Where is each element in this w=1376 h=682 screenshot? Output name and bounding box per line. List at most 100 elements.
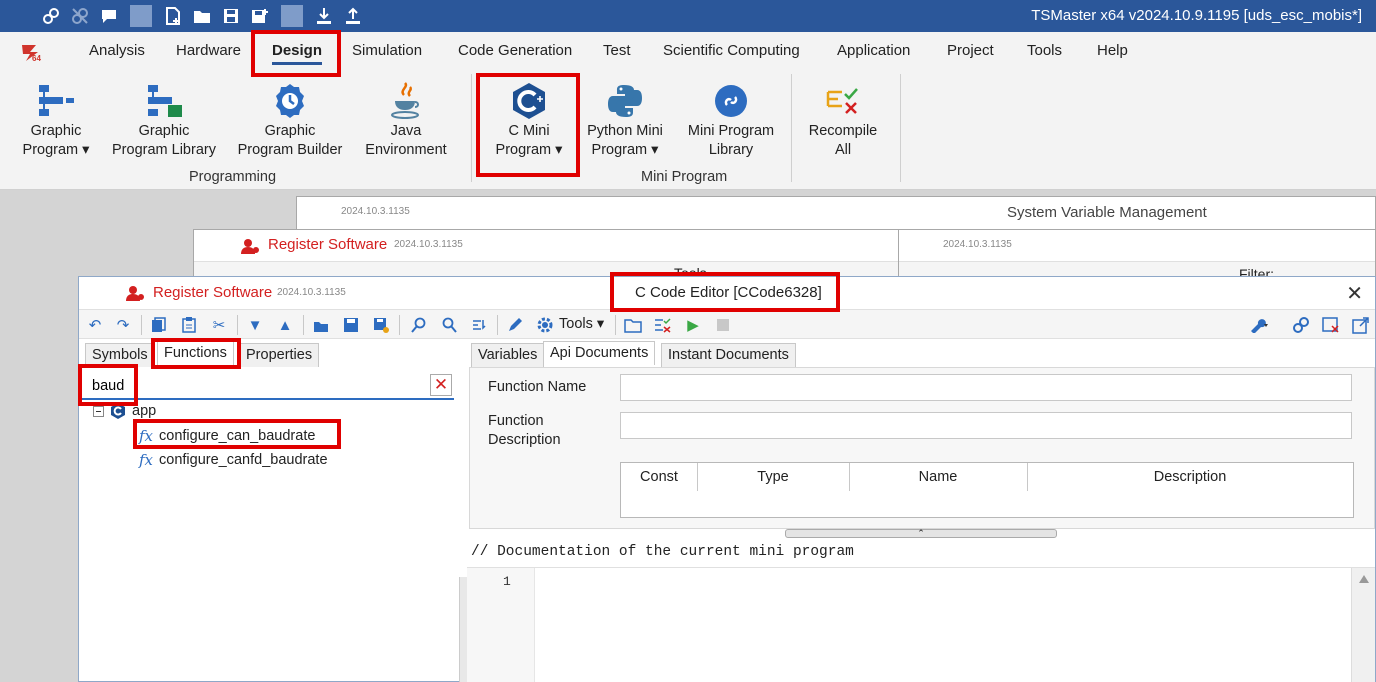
menu-help[interactable]: Help — [1097, 42, 1128, 59]
message-icon[interactable] — [98, 5, 120, 27]
tsmaster-logo-icon[interactable]: 64 — [20, 42, 46, 62]
stop-icon[interactable] — [713, 315, 733, 335]
replace-icon[interactable] — [469, 315, 489, 335]
menu-analysis[interactable]: Analysis — [89, 42, 145, 59]
disconnect-window-icon[interactable] — [1321, 315, 1341, 335]
link-icon[interactable] — [40, 5, 62, 27]
close-button[interactable]: ✕ — [1346, 281, 1363, 306]
register-software-link[interactable]: Register Software — [153, 284, 272, 301]
new-file-icon[interactable] — [162, 5, 184, 27]
save-all-icon[interactable] — [249, 5, 271, 27]
program-builder-icon — [276, 84, 304, 118]
edit-icon[interactable] — [505, 315, 525, 335]
line-gutter: 1 — [467, 568, 535, 682]
tree-item-configure-canfd-baudrate[interactable]: fx configure_canfd_baudrate — [139, 451, 328, 469]
find-next-icon[interactable] — [439, 315, 459, 335]
c-code-editor-window: Register Software 2024.10.3.1135 C Code … — [78, 276, 1376, 682]
paste-icon[interactable] — [179, 315, 199, 335]
search-icon[interactable] — [409, 315, 429, 335]
programming-group-label: Programming — [189, 169, 277, 185]
tab-api-documents[interactable]: Api Documents — [543, 341, 656, 365]
open-folder-icon[interactable] — [191, 5, 213, 27]
menu-simulation[interactable]: Simulation — [352, 42, 422, 59]
api-documents-panel: Function Name Function Description Const… — [469, 367, 1375, 529]
recompile-icon — [826, 88, 858, 114]
unlink-icon[interactable] — [69, 5, 91, 27]
function-search-box: ✕ — [82, 372, 454, 400]
tab-symbols[interactable]: Symbols — [85, 343, 155, 367]
graphic-program-icon — [39, 85, 74, 116]
left-tabs: Symbols Functions Properties — [79, 339, 459, 367]
function-icon: fx — [139, 427, 154, 445]
download-icon[interactable] — [313, 5, 335, 27]
tab-instant-documents[interactable]: Instant Documents — [661, 343, 796, 367]
clear-search-button[interactable]: ✕ — [430, 374, 452, 396]
import-icon[interactable] — [311, 315, 331, 335]
collapse-icon[interactable] — [93, 405, 104, 417]
run-icon[interactable]: ▶ — [683, 315, 703, 335]
wrench-icon[interactable] — [1249, 315, 1269, 335]
menu-hardware[interactable]: Hardware — [176, 42, 241, 59]
function-name-field[interactable] — [620, 374, 1352, 401]
save-icon[interactable] — [220, 5, 242, 27]
c-mini-program-icon — [513, 83, 545, 119]
move-down-icon[interactable]: ▼ — [245, 315, 265, 335]
external-window-icon[interactable] — [1351, 315, 1371, 335]
graphic-program-button[interactable]: Graphic Program ▾ — [18, 80, 94, 160]
undo-icon[interactable]: ↶ — [85, 315, 105, 335]
mini-program-group-label: Mini Program — [641, 169, 728, 185]
menu-tools[interactable]: Tools — [1027, 42, 1062, 59]
menu-project[interactable]: Project — [947, 42, 994, 59]
redo-icon[interactable]: ↷ — [113, 315, 133, 335]
line-number: 1 — [503, 574, 511, 589]
java-icon — [391, 82, 419, 119]
tree-item-configure-can-baudrate[interactable]: fx configure_can_baudrate — [139, 427, 315, 445]
python-icon — [608, 85, 642, 117]
save-icon[interactable] — [341, 315, 361, 335]
menu-code-generation[interactable]: Code Generation — [458, 42, 572, 59]
menu-scientific-computing[interactable]: Scientific Computing — [663, 42, 800, 59]
python-mini-program-button[interactable]: Python Mini Program ▾ — [582, 80, 668, 160]
copy-icon[interactable] — [149, 315, 169, 335]
tools-dropdown[interactable]: Tools ▾ — [559, 316, 604, 332]
java-environment-button[interactable]: Java Environment — [360, 80, 452, 160]
menu-test[interactable]: Test — [603, 42, 631, 59]
register-software-title-bg: Register Software — [268, 236, 388, 253]
pane-splitter[interactable] — [459, 577, 467, 682]
menu-bar: 64 Analysis Hardware Design Simulation C… — [0, 32, 1376, 70]
parameter-grid: Const Type Name Description — [620, 462, 1354, 518]
c-mini-program-button[interactable]: C Mini Program ▾ — [486, 80, 572, 160]
move-up-icon[interactable]: ▲ — [275, 315, 295, 335]
recompile-all-button[interactable]: Recompile All — [800, 80, 886, 160]
check-list-icon[interactable] — [653, 315, 673, 335]
code-editor[interactable]: 1 — [467, 567, 1375, 682]
tab-variables[interactable]: Variables — [471, 343, 545, 367]
save-as-icon[interactable] — [371, 315, 391, 335]
vertical-scrollbar[interactable] — [1351, 568, 1375, 682]
connect-icon[interactable] — [1291, 315, 1311, 335]
open-folder-icon[interactable] — [623, 315, 643, 335]
graphic-program-builder-button[interactable]: Graphic Program Builder — [234, 80, 346, 160]
app-title: TSMaster x64 v2024.10.9.1195 [uds_esc_mo… — [1031, 7, 1362, 24]
function-description-field[interactable] — [620, 412, 1352, 439]
splitter-handle[interactable]: ⌃ — [785, 529, 1057, 538]
menu-design[interactable]: Design — [272, 42, 323, 65]
right-pane: Variables Api Documents Instant Document… — [467, 339, 1375, 682]
column-const[interactable]: Const — [621, 469, 697, 485]
column-type[interactable]: Type — [697, 469, 849, 485]
column-description[interactable]: Description — [1027, 469, 1353, 485]
column-name[interactable]: Name — [849, 469, 1027, 485]
graphic-program-library-button[interactable]: Graphic Program Library — [108, 80, 220, 160]
editor-title: C Code Editor [CCode6328] — [635, 284, 822, 301]
function-search-input[interactable] — [92, 376, 412, 396]
tab-properties[interactable]: Properties — [239, 343, 320, 367]
gear-icon[interactable] — [535, 315, 555, 335]
tab-functions[interactable]: Functions — [157, 341, 234, 365]
function-name-label: Function Name — [488, 379, 587, 395]
cut-icon[interactable]: ✂ — [209, 315, 229, 335]
tree-root-app[interactable]: app — [93, 403, 156, 419]
scroll-up-icon[interactable] — [1358, 574, 1370, 584]
upload-icon[interactable] — [342, 5, 364, 27]
menu-application[interactable]: Application — [837, 42, 910, 59]
mini-program-library-button[interactable]: Mini Program Library — [682, 80, 780, 160]
